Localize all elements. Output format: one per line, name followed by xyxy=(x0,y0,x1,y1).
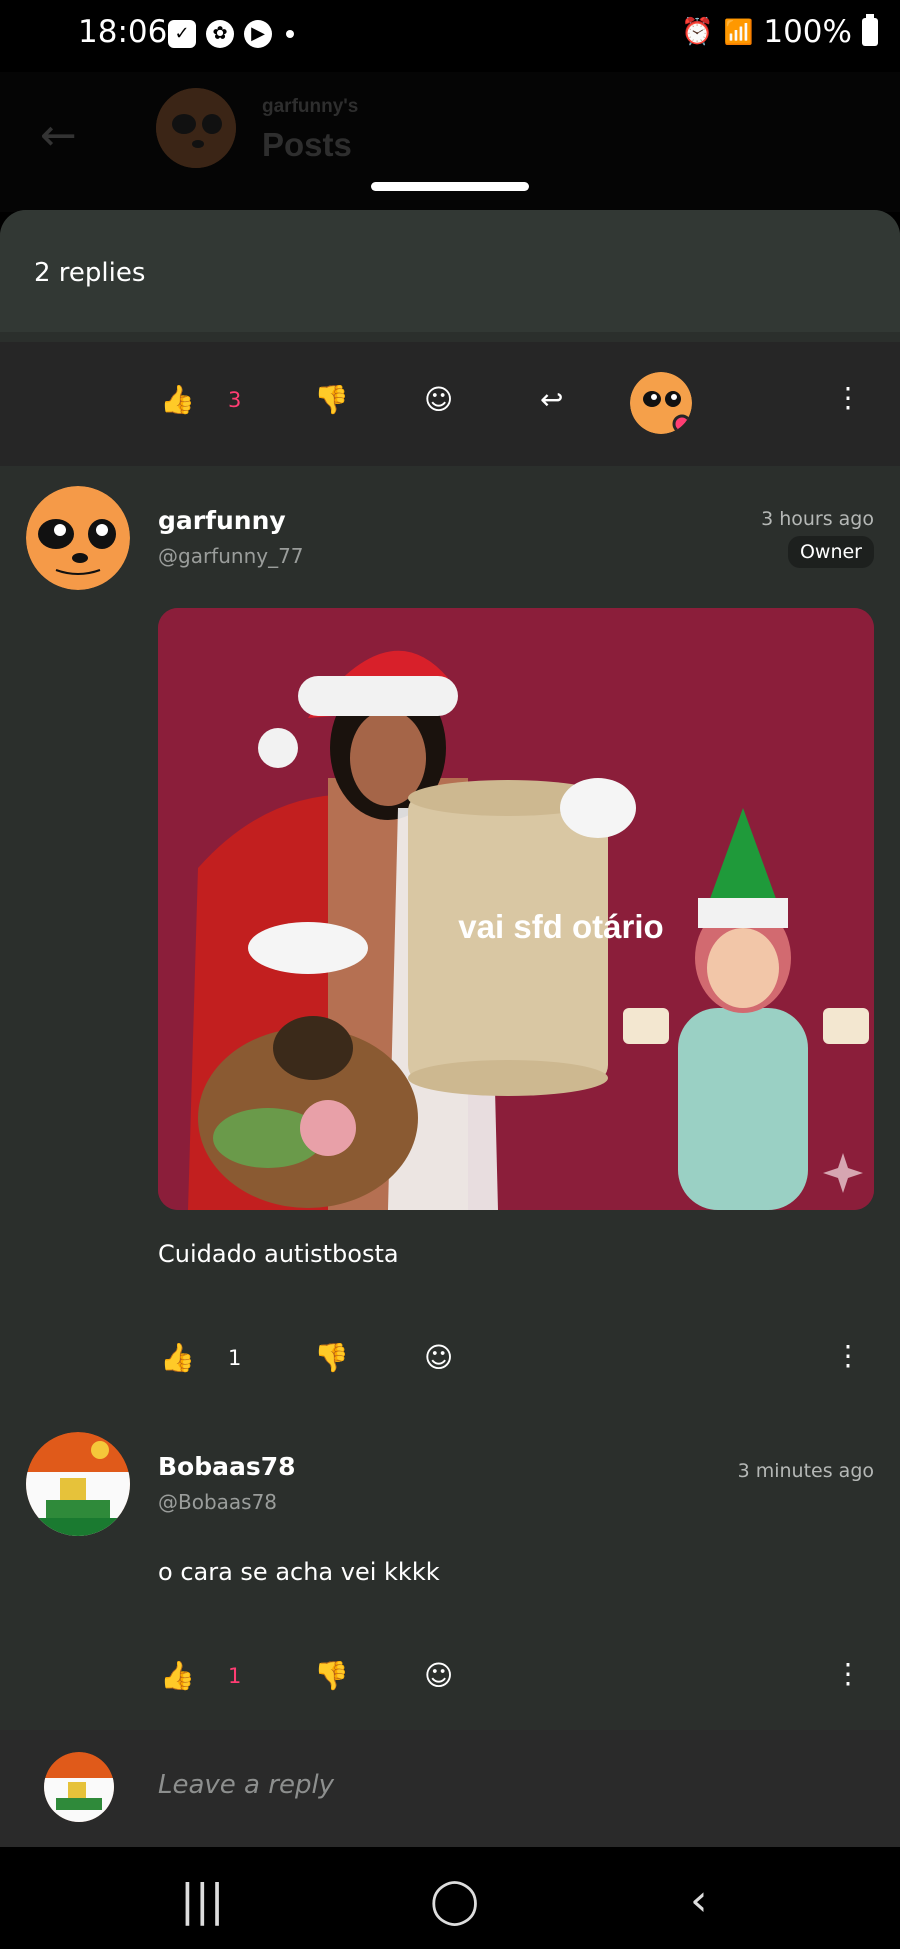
comment-action-row: 👍 1 👎 ☺ ⋮ xyxy=(0,1646,900,1706)
like-count: 3 xyxy=(228,388,242,412)
comment-action-row: 👍 1 👎 ☺ ⋮ xyxy=(0,1328,900,1388)
comment-body: o cara se acha vei kkkk xyxy=(158,1558,440,1586)
replies-sheet: 2 replies 👍 3 👎 ☺ ↩ ⋮ garfunny @garfunny… xyxy=(0,210,900,1850)
more-options-icon[interactable]: ⋮ xyxy=(834,1338,862,1374)
image-caption: vai sfd otário xyxy=(458,908,664,945)
commenter-handle: @garfunny_77 xyxy=(158,544,304,568)
wifi-signal-icon: 📶 xyxy=(723,18,754,46)
notification-youtube-icon: ▶ xyxy=(244,20,272,48)
more-notifications-dot-icon xyxy=(286,30,294,38)
sheet-grab-handle[interactable] xyxy=(371,182,529,191)
reactor-avatar[interactable] xyxy=(630,372,692,434)
like-icon[interactable]: 👍 xyxy=(160,384,195,416)
commenter-name[interactable]: garfunny xyxy=(158,506,286,535)
dislike-icon[interactable]: 👎 xyxy=(314,1660,349,1692)
add-reaction-icon[interactable]: ☺ xyxy=(424,384,453,416)
replies-header: 2 replies xyxy=(0,210,900,332)
back-icon[interactable]: ‹ xyxy=(690,1875,708,1926)
battery-percent: 100% xyxy=(763,14,852,50)
notification-check-icon: ✓ xyxy=(168,20,196,48)
status-time: 18:06 xyxy=(78,14,168,50)
recent-apps-icon[interactable]: ||| xyxy=(180,1875,224,1926)
commenter-name[interactable]: Bobaas78 xyxy=(158,1452,296,1481)
back-arrow-icon[interactable]: ← xyxy=(40,110,77,161)
reply-composer[interactable]: Leave a reply xyxy=(0,1730,900,1847)
appbar-subtitle: garfunny's xyxy=(262,96,359,117)
owner-badge: Owner xyxy=(787,536,874,568)
add-reaction-icon[interactable]: ☺ xyxy=(424,1660,453,1692)
more-options-icon[interactable]: ⋮ xyxy=(834,1656,862,1692)
comment-time: 3 minutes ago xyxy=(737,1460,874,1482)
alarm-icon: ⏰ xyxy=(681,17,714,47)
like-count: 1 xyxy=(228,1346,242,1370)
comment-body: Cuidado autistbosta xyxy=(158,1240,399,1268)
commenter-avatar[interactable] xyxy=(26,1432,130,1536)
add-reaction-icon[interactable]: ☺ xyxy=(424,1342,453,1374)
like-icon[interactable]: 👍 xyxy=(160,1342,195,1374)
home-icon[interactable]: ◯ xyxy=(430,1875,479,1926)
commenter-avatar[interactable] xyxy=(26,486,130,590)
parent-post-actions: 👍 3 👎 ☺ ↩ ⋮ xyxy=(0,342,900,466)
parent-action-row: 👍 3 👎 ☺ ↩ ⋮ xyxy=(0,370,900,434)
app-bar: ← garfunny's Posts xyxy=(0,72,900,212)
my-avatar xyxy=(44,1752,114,1822)
system-nav-bar: ||| ◯ ‹ xyxy=(0,1847,900,1949)
battery-icon xyxy=(862,14,878,46)
dislike-icon[interactable]: 👎 xyxy=(314,384,349,416)
more-options-icon[interactable]: ⋮ xyxy=(834,380,862,416)
reply-arrow-icon[interactable]: ↩ xyxy=(540,384,563,416)
page-title: Posts xyxy=(262,126,352,163)
comment-time: 3 hours ago xyxy=(761,508,874,530)
replies-count-title: 2 replies xyxy=(34,258,146,288)
notification-app-icon: ✿ xyxy=(206,20,234,48)
profile-avatar[interactable] xyxy=(156,88,236,168)
commenter-handle: @Bobaas78 xyxy=(158,1490,278,1514)
dislike-icon[interactable]: 👎 xyxy=(314,1342,349,1374)
post-image[interactable]: vai sfd otário xyxy=(158,608,874,1210)
reply-input[interactable]: Leave a reply xyxy=(158,1770,334,1800)
status-right: ⏰ 📶 100% xyxy=(681,14,878,50)
status-bar: 18:06 ✓ ✿ ▶ ⏰ 📶 100% xyxy=(0,0,900,72)
like-count: 1 xyxy=(228,1664,242,1688)
like-icon[interactable]: 👍 xyxy=(160,1660,195,1692)
notification-icons: ✓ ✿ ▶ xyxy=(168,20,294,48)
